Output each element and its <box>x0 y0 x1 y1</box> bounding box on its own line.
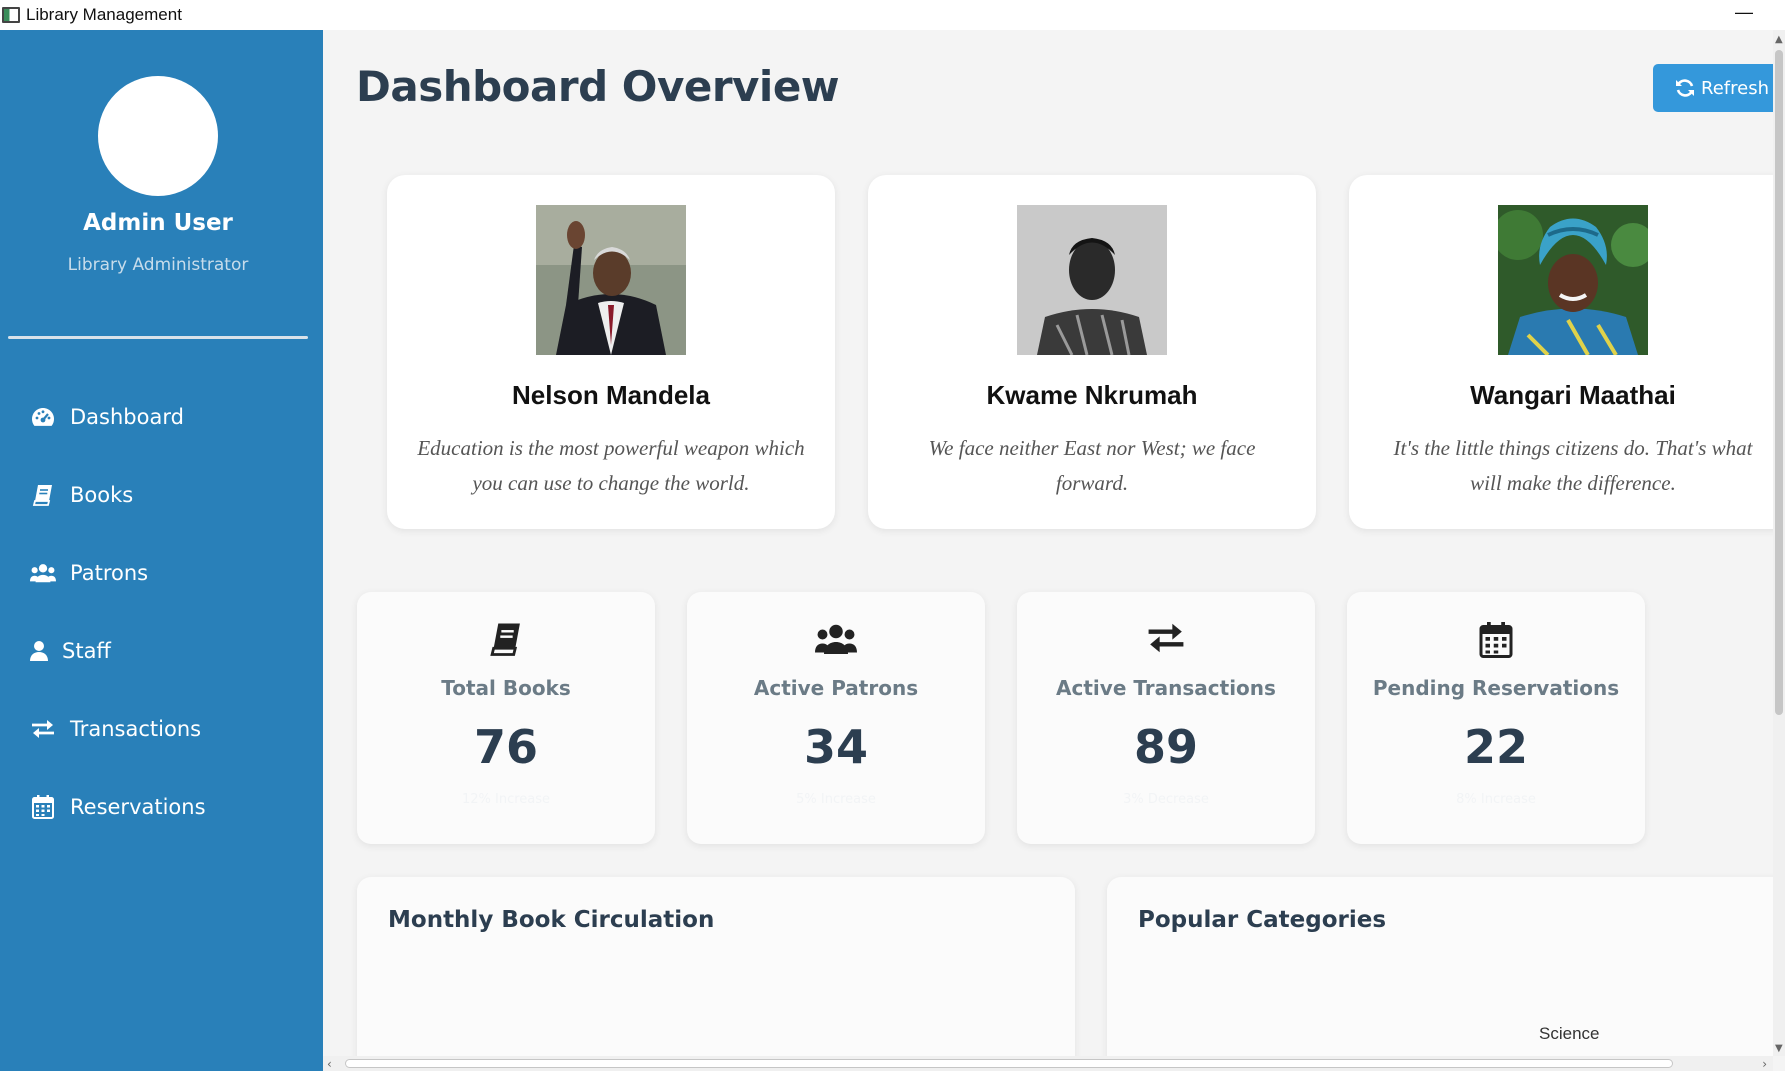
refresh-button[interactable]: Refresh D <box>1653 64 1773 112</box>
stat-card-active-patrons: Active Patrons 34 5% Increase <box>687 592 985 844</box>
scroll-right-icon[interactable]: › <box>1762 1057 1767 1071</box>
tachometer-icon <box>30 405 56 429</box>
stat-card-pending-reservations: Pending Reservations 22 8% Increase <box>1347 592 1645 844</box>
stat-label: Active Patrons <box>753 676 919 700</box>
calendar-icon <box>30 795 56 819</box>
avatar <box>98 76 218 196</box>
minimize-button[interactable]: — <box>1729 2 1759 28</box>
calendar-icon <box>1347 622 1645 662</box>
leader-name: Kwame Nkrumah <box>986 380 1198 410</box>
user-icon <box>30 639 48 663</box>
sidebar-item-label: Transactions <box>70 717 202 741</box>
stat-card-total-books: Total Books 76 12% Increase <box>357 592 655 844</box>
page-title: Dashboard Overview <box>356 62 840 111</box>
stat-subtext: 3% Decrease <box>1123 792 1209 807</box>
sidebar-item-reservations[interactable]: Reservations <box>0 768 323 846</box>
scroll-left-icon[interactable]: ‹ <box>327 1057 332 1071</box>
stat-label: Total Books <box>441 676 571 700</box>
leader-name: Nelson Mandela <box>512 380 710 410</box>
stat-value: 22 <box>1463 720 1528 774</box>
window-titlebar: Library Management — <box>0 0 1785 30</box>
exchange-icon <box>1017 622 1315 662</box>
chart-title: Monthly Book Circulation <box>388 907 715 933</box>
leader-card: Nelson Mandela Education is the most pow… <box>387 175 835 529</box>
window-title: Library Management <box>26 5 182 24</box>
chart-title: Popular Categories <box>1138 907 1387 933</box>
stat-value: 34 <box>803 720 868 774</box>
sidebar-item-label: Staff <box>62 639 111 663</box>
stat-subtext: 12% Increase <box>461 792 551 807</box>
sidebar-item-label: Reservations <box>70 795 206 819</box>
stat-value: 76 <box>473 720 538 774</box>
sidebar-item-transactions[interactable]: Transactions <box>0 690 323 768</box>
pie-label: Science <box>1539 1024 1600 1043</box>
popular-categories-card: Popular Categories Science <box>1107 877 1773 1056</box>
sidebar-item-books[interactable]: Books <box>0 456 323 534</box>
vertical-scrollbar[interactable]: ▲ ▼ <box>1773 30 1785 1056</box>
sidebar-item-label: Patrons <box>70 561 149 585</box>
stat-card-active-transactions: Active Transactions 89 3% Decrease <box>1017 592 1315 844</box>
sidebar-divider <box>8 336 308 339</box>
sidebar-nav: Dashboard Books Patrons Staff Transactio… <box>0 378 323 846</box>
sidebar-item-patrons[interactable]: Patrons <box>0 534 323 612</box>
scrollbar-thumb[interactable] <box>1775 50 1783 715</box>
users-icon <box>30 561 56 585</box>
app-icon <box>2 7 20 23</box>
stat-label: Active Transactions <box>1056 676 1276 700</box>
leader-quote: It's the little things citizens do. That… <box>1393 436 1753 495</box>
monthly-circulation-card: Monthly Book Circulation <box>357 877 1075 1056</box>
sidebar-item-label: Dashboard <box>70 405 184 429</box>
leader-quote: We face neither East nor West; we face f… <box>928 436 1256 495</box>
sidebar-item-staff[interactable]: Staff <box>0 612 323 690</box>
sidebar: Admin User Library Administrator Dashboa… <box>0 30 323 1071</box>
scrollbar-thumb[interactable] <box>345 1059 1673 1068</box>
main-content: Dashboard Overview Refresh D Nelson Mand… <box>323 30 1773 1056</box>
leader-quote: Education is the most powerful weapon wh… <box>417 436 805 495</box>
leader-photo <box>536 205 686 355</box>
stat-value: 89 <box>1133 720 1198 774</box>
users-icon <box>687 622 985 662</box>
stat-subtext: 5% Increase <box>796 792 876 807</box>
horizontal-scrollbar[interactable]: ‹ › <box>323 1056 1773 1071</box>
sidebar-item-label: Books <box>70 483 134 507</box>
user-role: Library Administrator <box>67 255 249 275</box>
sidebar-item-dashboard[interactable]: Dashboard <box>0 378 323 456</box>
book-icon <box>30 483 56 507</box>
leader-card: Kwame Nkrumah We face neither East nor W… <box>868 175 1316 529</box>
scroll-down-icon[interactable]: ▼ <box>1775 1043 1783 1054</box>
leader-photo <box>1498 205 1648 355</box>
scroll-up-icon[interactable]: ▲ <box>1775 34 1783 45</box>
leader-name: Wangari Maathai <box>1470 380 1676 410</box>
leader-photo <box>1017 205 1167 355</box>
stat-label: Pending Reservations <box>1372 676 1620 700</box>
exchange-icon <box>30 717 56 741</box>
book-icon <box>357 622 655 662</box>
user-name: Admin User <box>83 210 233 236</box>
stat-subtext: 8% Increase <box>1456 792 1536 807</box>
refresh-icon <box>1675 78 1695 98</box>
refresh-label: Refresh D <box>1701 77 1773 99</box>
leader-card: Wangari Maathai It's the little things c… <box>1349 175 1773 529</box>
